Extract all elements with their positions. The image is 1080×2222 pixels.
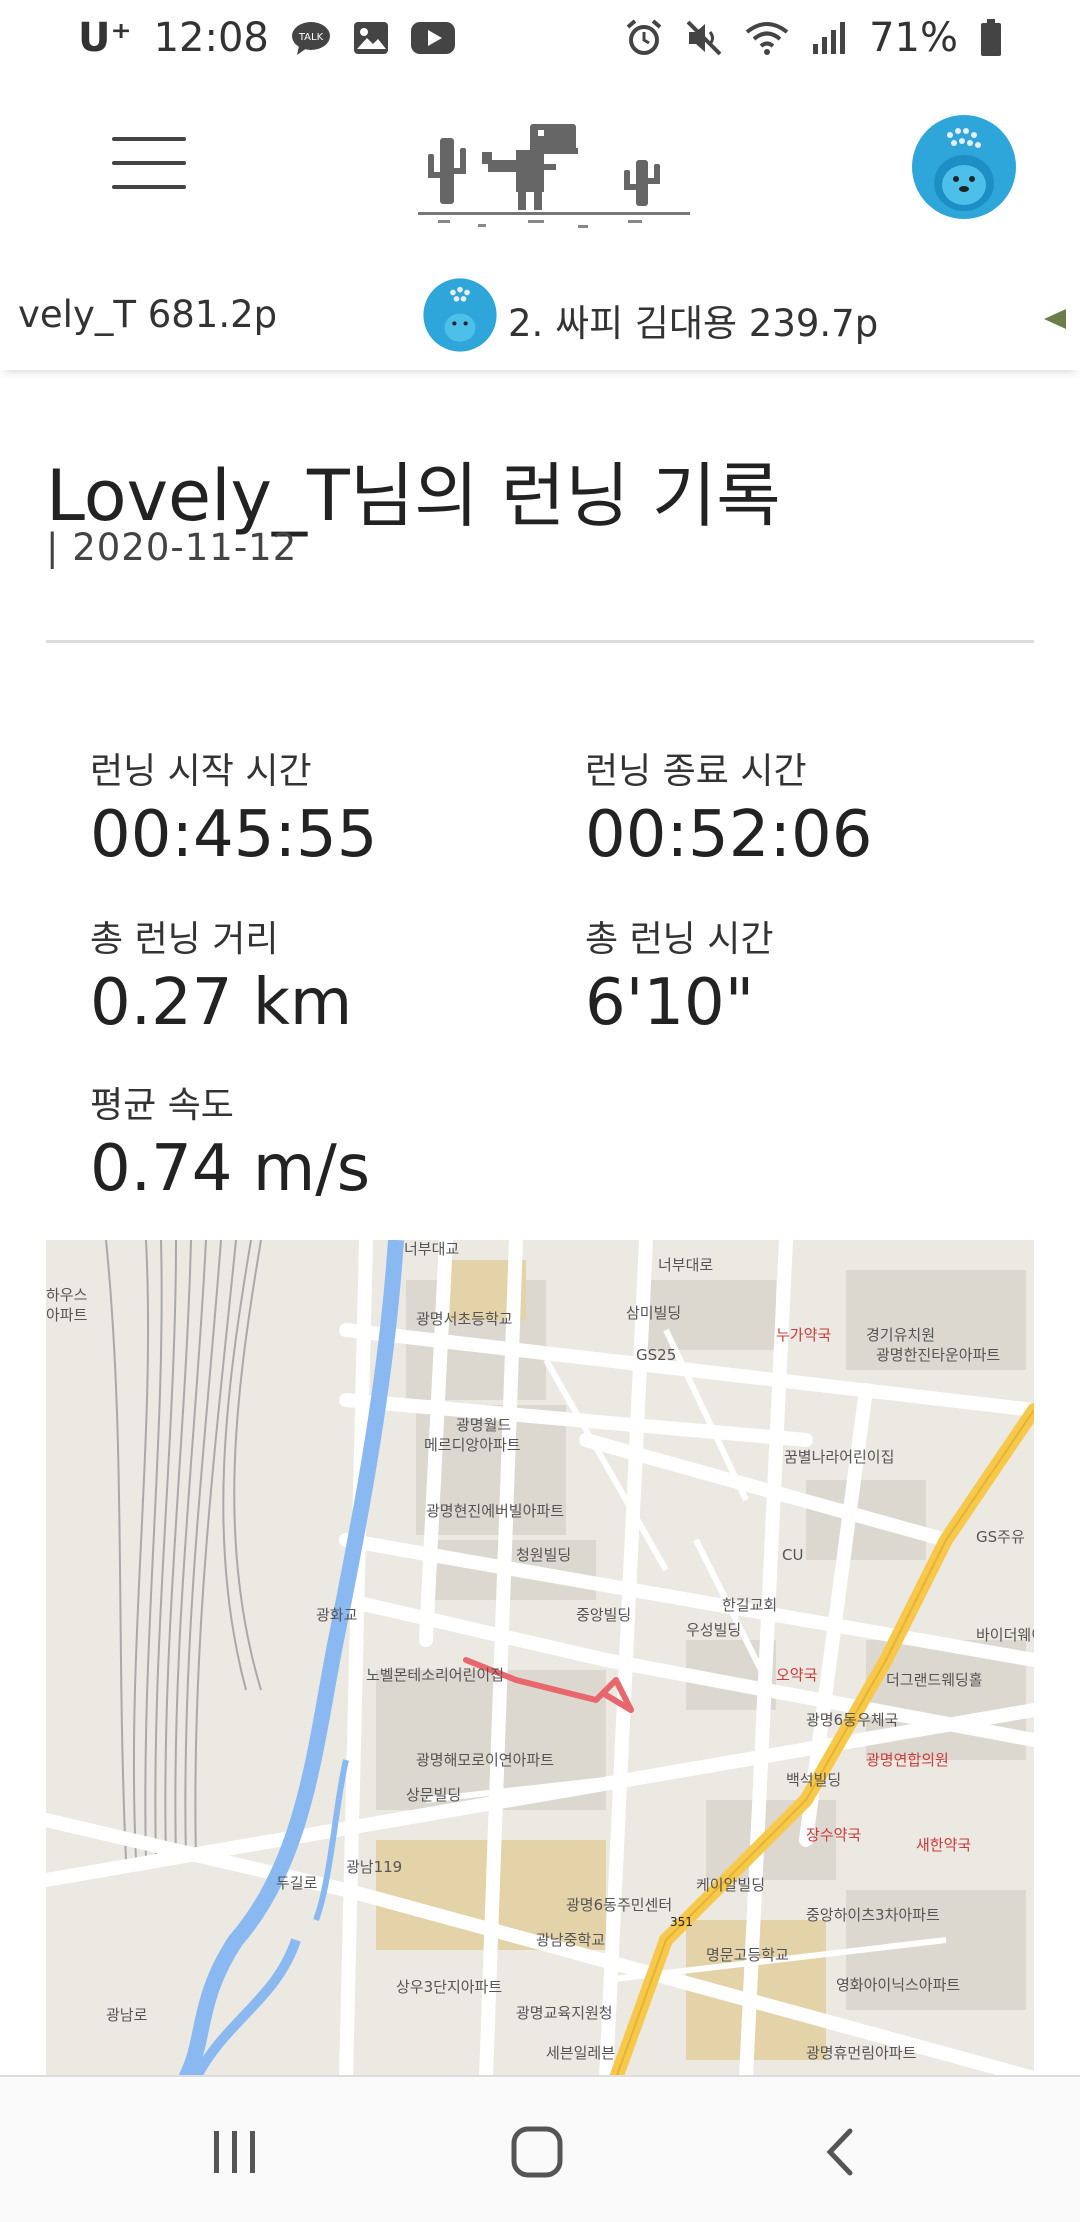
map-label: 두길로 [276,1874,318,1892]
distance-value: 0.27 km [90,966,353,1040]
map-label: GS25 [636,1346,676,1364]
map-label: 한길교회 [722,1596,777,1614]
map-label: 광남119 [346,1858,402,1876]
map-label: 케이알빌딩 [696,1876,765,1894]
battery-label: 71% [869,14,958,61]
ranking-ticker[interactable]: vely_T 681.2p 2. 싸피 김대용 239.7p [0,265,1080,370]
speed-value: 0.74 m/s [90,1132,371,1206]
map-label: 광명현진에버빌아파트 [426,1502,564,1520]
end-time-value: 00:52:06 [585,798,873,872]
map-label: 광명6동우체국 [806,1711,899,1729]
map-label: 광명월드 [456,1416,511,1434]
route-map[interactable]: 너부대교너부대로삼미빌딩 광명서초등학교누가약국 경기유치원광명한진타운아파트 GS2… [46,1240,1034,2078]
map-label: 노벨몬테소리어린이집 [366,1666,504,1684]
talk-icon: TALK [291,20,331,56]
map-label: 광명해모로이연아파트 [416,1751,554,1769]
map-label: 351 [670,1915,693,1929]
duration-value: 6'10" [585,966,755,1040]
alarm-icon [625,18,663,57]
dino-logo-icon[interactable] [418,120,690,235]
signal-icon [811,20,847,56]
map-label: CU [782,1546,803,1564]
recent-apps-button[interactable] [210,2127,260,2177]
avatar-icon [1038,305,1066,333]
map-label: 바이더웨이 [976,1626,1034,1644]
start-time-label: 런닝 시작 시간 [90,751,312,792]
map-label: GS주유 [976,1528,1025,1546]
start-time-value: 00:45:55 [90,798,378,872]
map-label: 백석빌딩 [786,1771,841,1789]
divider [46,640,1034,643]
app-bar [0,95,1080,265]
map-label: 메르디앙아파트 [424,1436,521,1454]
youtube-icon [410,21,455,54]
home-button[interactable] [510,2125,564,2179]
map-label: 영화아이닉스아파트 [836,1976,960,1994]
map-label: 명문고등학교 [706,1946,789,1964]
status-bar: U⁺ 12:08 TALK 71% [0,0,1080,75]
ranking-item[interactable]: vely_T 681.2p [18,293,277,336]
system-nav-bar [0,2075,1080,2222]
map-label: 광남중학교 [536,1931,605,1949]
map-label: 상우3단지아파트 [396,1978,502,1996]
menu-icon[interactable] [112,137,186,189]
gallery-icon [353,21,389,55]
map-label: 광명교육지원청 [516,2004,613,2022]
map-label: 광남로 [106,2006,148,2024]
map-label: 장수약국 [806,1826,861,1844]
map-label: 너부대교 [404,1240,459,1258]
mute-icon [685,19,723,57]
map-label: 경기유치원 [866,1326,935,1344]
map-label: 광명서초등학교 [416,1310,513,1328]
wifi-icon [745,20,789,56]
map-label: 하우스 [46,1286,88,1304]
map-label: 우성빌딩 [686,1621,741,1639]
map-label: 광명연합의원 [866,1751,949,1769]
svg-text:TALK: TALK [298,32,324,43]
map-label: 중앙빌딩 [576,1606,631,1624]
map-label: 아파트 [46,1306,88,1324]
avatar-icon [422,277,498,353]
map-label: 삼미빌딩 [626,1304,681,1322]
map-label: 광명6동주민센터 [566,1896,672,1914]
map-label: 더그랜드웨딩홀 [886,1671,983,1689]
end-time-label: 런닝 종료 시간 [585,751,807,792]
map-label: 광화교 [316,1606,357,1624]
map-label: 청원빌딩 [516,1546,571,1564]
carrier-label: U⁺ [78,14,132,61]
map-label: 너부대로 [658,1256,713,1274]
map-label: 누가약국 [776,1326,831,1344]
map-label: 광명한진타운아파트 [876,1346,1000,1364]
map-label: 중앙하이츠3차아파트 [806,1906,940,1924]
map-label: 광명휴먼림아파트 [806,2044,917,2062]
map-label: 세븐일레븐 [546,2044,615,2062]
back-button[interactable] [820,2125,860,2179]
ranking-item[interactable]: 2. 싸피 김대용 239.7p [508,293,878,347]
battery-icon [980,18,1002,57]
avatar-icon[interactable] [910,113,1018,221]
clock: 12:08 [153,14,269,61]
record-date: | 2020-11-12 [46,526,298,569]
duration-label: 총 런닝 시간 [585,919,774,960]
map-label: 꿈별나라어린이집 [784,1448,894,1466]
map-label: 새한약국 [916,1836,971,1854]
map-label: 상문빌딩 [406,1786,461,1804]
map-label: 오약국 [776,1666,818,1684]
speed-label: 평균 속도 [90,1085,234,1126]
distance-label: 총 런닝 거리 [90,919,279,960]
